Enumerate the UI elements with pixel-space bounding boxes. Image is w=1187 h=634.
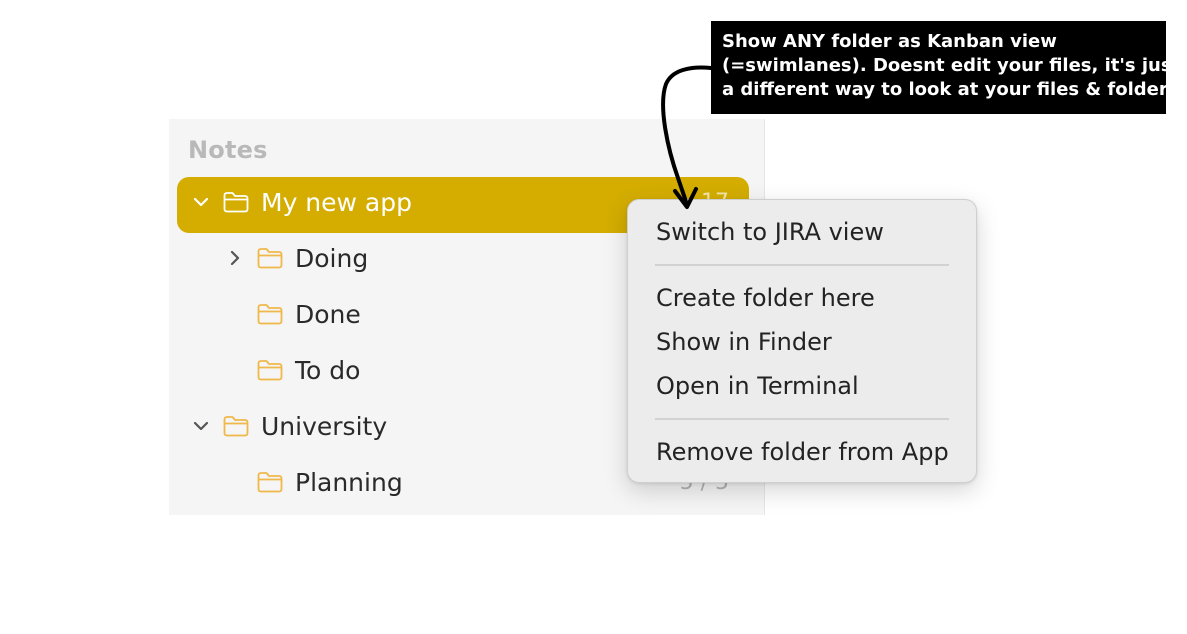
folder-icon xyxy=(256,358,284,382)
callout-line: (=swimlanes). Doesnt edit your files, it… xyxy=(722,55,1181,76)
callout-line: a different way to look at your files & … xyxy=(722,79,1186,100)
sidebar-item-label: Done xyxy=(295,300,361,329)
context-menu: Switch to JIRA view Create folder here S… xyxy=(627,199,977,483)
chevron-down-icon[interactable] xyxy=(189,414,213,438)
sidebar-item-label: University xyxy=(261,412,388,441)
menu-item-switch-to-jira-view[interactable]: Switch to JIRA view xyxy=(656,218,884,246)
callout-line: Show ANY folder as Kanban view xyxy=(722,31,1057,52)
menu-item-show-in-finder[interactable]: Show in Finder xyxy=(656,328,832,356)
sidebar-item-label: Planning xyxy=(295,468,403,497)
sidebar-item-label: Doing xyxy=(295,244,369,273)
menu-item-remove-folder-from-app[interactable]: Remove folder from App xyxy=(656,438,949,466)
folder-icon xyxy=(222,190,250,214)
menu-item-create-folder-here[interactable]: Create folder here xyxy=(656,284,875,312)
section-header-notes: Notes xyxy=(188,136,268,164)
chevron-right-icon[interactable] xyxy=(223,246,247,270)
annotation-callout: Show ANY folder as Kanban view (=swimlan… xyxy=(711,21,1186,114)
folder-icon xyxy=(256,470,284,494)
folder-icon xyxy=(256,302,284,326)
folder-icon xyxy=(222,414,250,438)
folder-icon xyxy=(256,246,284,270)
sidebar-item-label: My new app xyxy=(261,188,412,217)
menu-item-open-in-terminal[interactable]: Open in Terminal xyxy=(656,372,859,400)
sidebar-item-label: To do xyxy=(295,356,361,385)
menu-separator xyxy=(655,418,949,420)
menu-separator xyxy=(655,264,949,266)
screenshot-canvas: Notes My new app 17 Doing xyxy=(0,0,1187,634)
chevron-down-icon[interactable] xyxy=(189,190,213,214)
